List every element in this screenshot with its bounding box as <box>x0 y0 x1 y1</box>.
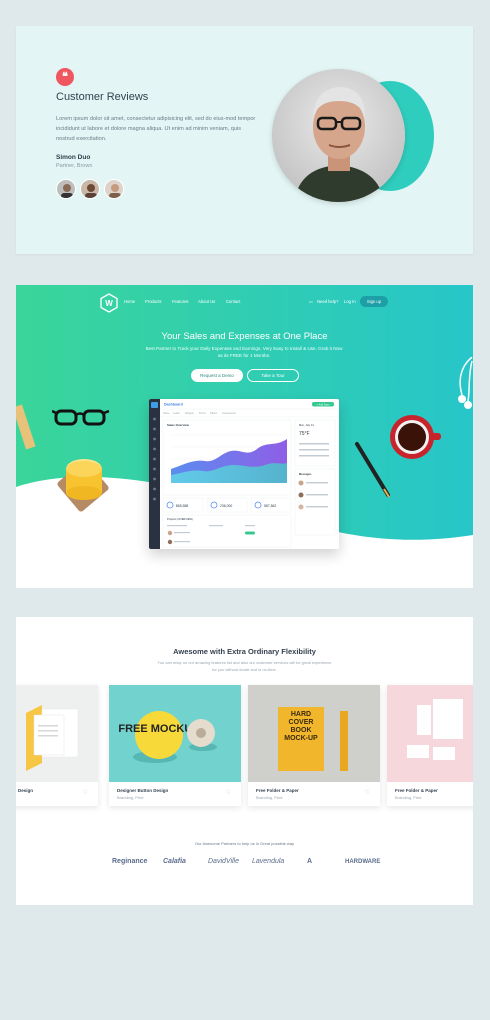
card-image-stationery <box>387 685 473 782</box>
projects-title: Projects (OVERVIEW) <box>167 517 193 521</box>
dashboard-mockup: Dashboard + Add Team Home Leads Widgets For… <box>149 399 339 549</box>
partner-logo-triangle[interactable]: A <box>307 858 312 865</box>
svg-text:Leads: Leads <box>173 412 180 415</box>
card-title: Free Folder & Paper <box>256 788 299 793</box>
add-team-button: + Add Team <box>317 403 330 406</box>
quote-icon: ❝ <box>56 68 74 86</box>
request-demo-button[interactable]: Request a Demo <box>191 369 243 382</box>
card-category: Branding, Print <box>256 795 283 800</box>
heart-icon[interactable]: ♡ <box>365 789 370 796</box>
top-navigation: W Home Products Features About Us Contac… <box>16 293 473 313</box>
card-image-folder <box>16 685 98 782</box>
stat-value: $65,558 <box>176 504 188 508</box>
card-title: Free Folder & Paper <box>395 788 438 793</box>
take-tour-button[interactable]: Take a Tour <box>247 369 299 382</box>
svg-text:W: W <box>105 299 113 308</box>
reviewer-portrait <box>272 69 405 202</box>
nav-login[interactable]: Log In <box>344 299 356 304</box>
card-category: Branding, Print <box>117 795 144 800</box>
card-title: Design <box>18 788 34 793</box>
partner-logo-calafia[interactable]: Calafia <box>163 858 186 865</box>
hero-title: Your Sales and Expenses at One Place <box>161 331 328 342</box>
svg-text:Widgets: Widgets <box>185 412 194 415</box>
hero-subtitle: Best Partner to Track your Daily Expense… <box>145 346 343 358</box>
sales-overview-title: Sales Overview <box>167 423 190 427</box>
reviewer-role: Partner, Brown <box>56 163 93 169</box>
nav-home[interactable]: Home <box>124 299 135 304</box>
messages-title: Messages <box>299 472 312 476</box>
glasses-illustration <box>52 409 110 426</box>
avatar[interactable] <box>80 179 100 199</box>
avatar[interactable] <box>104 179 124 199</box>
hero-section: W Home Products Features About Us Contac… <box>16 285 473 588</box>
ruler-illustration <box>16 404 36 450</box>
signup-button[interactable]: Sign up <box>360 296 388 307</box>
portfolio-card[interactable]: FREE MOCKUP Designer Button Design Brand… <box>109 685 241 806</box>
svg-text:Components: Components <box>222 412 236 415</box>
dashboard-date: Mon, July 14 <box>299 423 314 427</box>
logo-icon[interactable]: W <box>100 293 118 313</box>
nav-help[interactable]: Need help? <box>317 299 338 304</box>
portfolio-title: Awesome with Extra Ordinary Flexibility <box>173 647 316 656</box>
heart-icon[interactable]: ♡ <box>83 789 88 796</box>
heart-icon[interactable]: ♡ <box>226 789 231 796</box>
portfolio-card[interactable]: HARD COVER BOOK MOCK-UP Free Folder & Pa… <box>248 685 380 806</box>
reviewer-avatar-list <box>56 179 124 199</box>
card-image-book: HARD COVER BOOK MOCK-UP <box>248 685 380 782</box>
card-category: Branding, Print <box>395 795 422 800</box>
stat-value: 236,000 <box>220 504 232 508</box>
partner-logo-reginance[interactable]: Reginance <box>112 858 147 865</box>
svg-text:Home: Home <box>163 412 170 415</box>
nav-contact[interactable]: Contact <box>226 299 240 304</box>
partners-caption: Our Awesome Partners to help us in Great… <box>194 841 295 846</box>
partner-logo-hardware[interactable]: HARDWARE <box>345 859 380 865</box>
chat-icon: ▭ <box>309 299 313 304</box>
pen-illustration <box>355 442 390 498</box>
avatar[interactable] <box>56 179 76 199</box>
nav-features[interactable]: Features <box>172 299 189 304</box>
portfolio-subtitle: You can relay on our amazing features li… <box>157 660 332 672</box>
card-image-buttons: FREE MOCKUP <box>109 685 241 782</box>
portfolio-section: Awesome with Extra Ordinary Flexibility … <box>16 617 473 905</box>
svg-text:Forms: Forms <box>199 412 207 415</box>
partner-logo-davidville[interactable]: DavidVille <box>208 858 239 865</box>
portfolio-card[interactable]: Free Folder & Paper Branding, Print <box>387 685 473 806</box>
earphones-illustration <box>458 357 473 409</box>
reviewer-name: Simon Duo <box>56 154 91 161</box>
juice-glass-illustration <box>57 459 109 512</box>
nav-about[interactable]: About Us <box>198 299 215 304</box>
svg-text:Tables: Tables <box>210 412 218 415</box>
nav-products[interactable]: Products <box>145 299 162 304</box>
book-cover-text: HARD COVER BOOK MOCK-UP <box>284 711 318 742</box>
stat-value: 587,562 <box>264 504 276 508</box>
coffee-cup-illustration <box>390 415 441 459</box>
partner-logo-lavendula[interactable]: Lavendula <box>252 858 284 865</box>
review-text: Lorem ipsum dolor sit amet, consectetur … <box>56 116 256 142</box>
customer-reviews-section: ❝ Customer Reviews Lorem ipsum dolor sit… <box>16 26 473 254</box>
card-title: Designer Button Design <box>117 788 169 793</box>
portfolio-card[interactable]: Design ♡ <box>16 685 98 806</box>
weather-temperature: 75°F <box>299 431 310 437</box>
dashboard-brand: Dashboard <box>164 403 183 407</box>
reviews-title: Customer Reviews <box>56 91 149 103</box>
